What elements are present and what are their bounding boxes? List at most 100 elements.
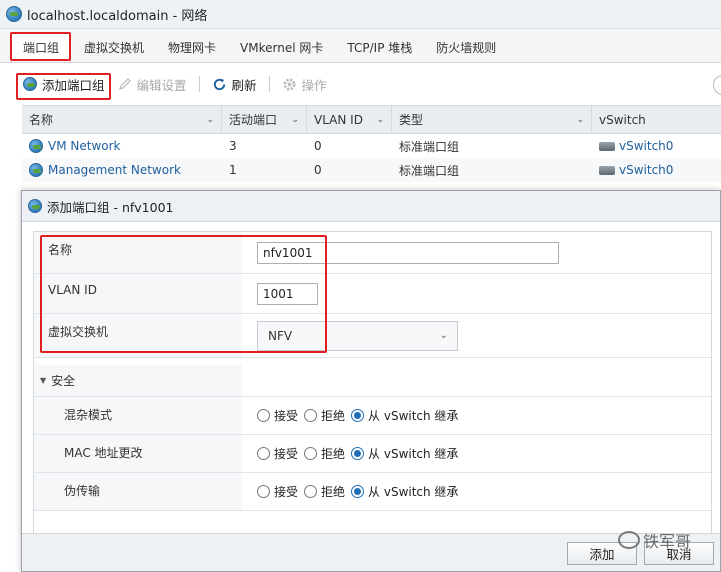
cell-type: 标准端口组 [399, 163, 460, 178]
table-row[interactable]: VM Network 3 0 标准端口组 vSwitch0 [22, 134, 721, 158]
table-header: 名称 ⌄ 活动端口 ⌄ VLAN ID ⌄ 类型 ⌄ vSwitch [22, 105, 721, 134]
promiscuous-mode-label: 混杂模式 [34, 397, 242, 435]
wechat-icon [618, 531, 640, 549]
radio-label: 拒绝 [321, 447, 346, 461]
radio-circle-icon [304, 485, 318, 498]
radio-circle-icon [304, 447, 318, 460]
actions-button[interactable]: 操作 [282, 75, 327, 94]
vswitch-select[interactable]: NFV ⌄ [257, 320, 458, 351]
port-group-name[interactable]: VM Network [48, 139, 120, 153]
edit-settings-button[interactable]: 编辑设置 [117, 75, 187, 94]
tab-firewall-rules[interactable]: 防火墙规则 [425, 32, 507, 62]
radio-inherit[interactable]: 从 vSwitch 继承 [351, 407, 458, 424]
vswitch-link[interactable]: vSwitch0 [619, 163, 673, 177]
radio-circle-icon [304, 409, 318, 422]
cell-vlan-id: 0 [314, 139, 322, 153]
dialog-footer: 添加 取消 [22, 533, 720, 571]
port-group-table: 名称 ⌄ 活动端口 ⌄ VLAN ID ⌄ 类型 ⌄ vSwitch VM Networ… [22, 105, 721, 182]
form-row-vswitch: 虚拟交换机 NFV ⌄ [34, 314, 711, 358]
radio-reject[interactable]: 拒绝 [304, 483, 345, 500]
pencil-icon [117, 76, 133, 92]
cell-active-ports: 3 [229, 139, 237, 153]
radio-label: 拒绝 [321, 485, 346, 499]
column-header-vlan-id[interactable]: VLAN ID ⌄ [307, 106, 392, 133]
tab-tcpip-stacks[interactable]: TCP/IP 堆栈 [336, 32, 423, 62]
port-group-icon [29, 163, 43, 177]
promiscuous-mode-radios: 接受 拒绝 从 vSwitch 继承 [257, 407, 464, 424]
tab-port-groups[interactable]: 端口组 [11, 32, 72, 62]
gear-icon [282, 76, 298, 92]
port-group-name[interactable]: Management Network [48, 163, 181, 177]
radio-circle-icon [257, 447, 270, 460]
watermark-text: 铁军哥 [643, 532, 692, 551]
radio-label: 从 vSwitch 继承 [368, 409, 459, 423]
radio-reject[interactable]: 拒绝 [304, 445, 345, 462]
column-header-vswitch[interactable]: vSwitch [592, 106, 721, 133]
vswitch-label: 虚拟交换机 [34, 314, 242, 358]
dialog-header: 添加端口组 - nfv1001 [22, 191, 720, 222]
security-toggle[interactable]: ▼ 安全 [34, 365, 242, 397]
sort-chevron-icon: ⌄ [576, 114, 584, 125]
refresh-button[interactable]: 刷新 [212, 75, 257, 94]
cell-vlan-id: 0 [314, 163, 322, 177]
tab-vmkernel-nics[interactable]: VMkernel 网卡 [229, 32, 334, 62]
vlan-id-input[interactable]: 1001 [257, 282, 318, 305]
chevron-down-icon: ⌄ [439, 329, 448, 341]
radio-circle-icon [257, 485, 270, 498]
form-row-forged-transmits: 伪传输 接受 拒绝 从 vSwitch 继承 [34, 473, 711, 511]
mac-changes-radios: 接受 拒绝 从 vSwitch 继承 [257, 445, 464, 462]
network-globe-icon [6, 6, 22, 22]
radio-reject[interactable]: 拒绝 [304, 407, 345, 424]
radio-selected-icon [351, 409, 365, 422]
tab-virtual-switches[interactable]: 虚拟交换机 [73, 32, 155, 62]
column-label: VLAN ID [314, 112, 363, 127]
cell-name: VM Network [22, 134, 222, 158]
collapse-triangle-icon: ▼ [40, 376, 47, 385]
toolbar: 添加端口组 编辑设置 刷新 操作 [0, 63, 721, 105]
column-header-type[interactable]: 类型 ⌄ [392, 106, 592, 133]
port-group-form: 名称 nfv1001 VLAN ID 1001 虚拟交换机 NFV ⌄ ▼ 安全 [33, 231, 712, 536]
cell-active-ports: 1 [229, 163, 237, 177]
form-row-name: 名称 nfv1001 [34, 232, 711, 274]
form-value: nfv1001 [242, 232, 711, 274]
add-port-group-icon [28, 199, 42, 213]
name-input[interactable]: nfv1001 [257, 241, 559, 264]
radio-accept[interactable]: 接受 [257, 483, 298, 500]
column-header-name[interactable]: 名称 ⌄ [22, 106, 222, 133]
sort-chevron-icon: ⌄ [206, 114, 214, 125]
watermark: 铁军哥 [618, 528, 691, 552]
vswitch-icon [599, 141, 615, 151]
table-row[interactable]: Management Network 1 0 标准端口组 vSwitch0 [22, 158, 721, 182]
add-port-group-label: 添加端口组 [42, 77, 105, 93]
column-label: 活动端口 [229, 113, 278, 127]
tab-physical-nics[interactable]: 物理网卡 [157, 32, 227, 62]
sort-chevron-icon: ⌄ [376, 114, 384, 125]
add-port-group-button[interactable]: 添加端口组 [22, 75, 105, 94]
sort-chevron-icon: ⌄ [291, 114, 299, 125]
column-label: 名称 [29, 113, 54, 127]
radio-accept[interactable]: 接受 [257, 407, 298, 424]
radio-accept[interactable]: 接受 [257, 445, 298, 462]
cell-vswitch: vSwitch0 [592, 158, 721, 182]
actions-label: 操作 [301, 77, 327, 93]
radio-label: 接受 [274, 409, 299, 423]
radio-inherit[interactable]: 从 vSwitch 继承 [351, 445, 458, 462]
search-icon[interactable] [713, 75, 721, 95]
radio-inherit[interactable]: 从 vSwitch 继承 [351, 483, 458, 500]
dialog-title: 添加端口组 - nfv1001 [47, 199, 174, 215]
form-value: 接受 拒绝 从 vSwitch 继承 [242, 397, 711, 435]
radio-label: 接受 [274, 447, 299, 461]
column-header-active-ports[interactable]: 活动端口 ⌄ [222, 106, 307, 133]
cell-name: Management Network [22, 158, 222, 182]
radio-label: 接受 [274, 485, 299, 499]
vswitch-icon [599, 165, 615, 175]
cell-type: 标准端口组 [399, 139, 460, 154]
security-section-header[interactable]: ▼ 安全 [34, 365, 711, 397]
tab-bar: 端口组 虚拟交换机 物理网卡 VMkernel 网卡 TCP/IP 堆栈 防火墙… [0, 29, 721, 63]
form-row-promiscuous: 混杂模式 接受 拒绝 从 vSwitch 继承 [34, 397, 711, 435]
forged-transmits-radios: 接受 拒绝 从 vSwitch 继承 [257, 483, 464, 500]
form-value: 1001 [242, 274, 711, 314]
vswitch-link[interactable]: vSwitch0 [619, 139, 673, 153]
toolbar-divider [198, 76, 200, 92]
form-value: NFV ⌄ [242, 314, 711, 358]
